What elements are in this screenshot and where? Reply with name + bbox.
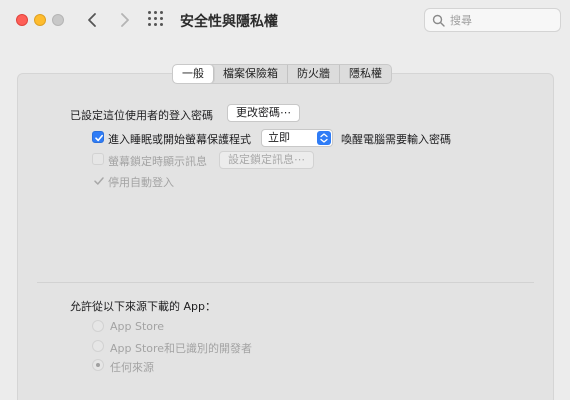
search-field[interactable] <box>424 8 561 32</box>
radio-identified-developers-label: App Store和已識別的開發者 <box>110 342 253 355</box>
title-bar: 安全性與隱私權 <box>0 0 570 40</box>
tab-filevault[interactable]: 檔案保險箱 <box>214 65 288 83</box>
close-window-button[interactable] <box>16 14 28 26</box>
tab-general[interactable]: 一般 <box>173 65 214 83</box>
tab-bar: 一般 檔案保險箱 防火牆 隱私權 <box>172 64 392 84</box>
chevron-right-icon <box>121 13 129 27</box>
tab-firewall[interactable]: 防火牆 <box>288 65 340 83</box>
set-lock-message-button[interactable]: 設定鎖定訊息⋯ <box>219 151 314 169</box>
password-set-label: 已設定這位使用者的登入密碼 <box>70 109 213 122</box>
lock-message-label: 螢幕鎖定時顯示訊息 <box>108 155 207 168</box>
search-input[interactable] <box>450 12 555 28</box>
radio-app-store-label: App Store <box>110 320 165 333</box>
radio-anywhere[interactable] <box>92 359 104 371</box>
change-password-button[interactable]: 更改密碼⋯ <box>227 104 300 122</box>
radio-identified-developers[interactable] <box>92 340 104 352</box>
require-password-checkbox[interactable] <box>92 131 104 143</box>
radio-app-store[interactable] <box>92 320 104 332</box>
forward-button[interactable] <box>113 8 135 32</box>
search-icon <box>432 14 445 27</box>
minimize-window-button[interactable] <box>34 14 46 26</box>
radio-selected-dot <box>96 363 100 367</box>
show-all-button[interactable] <box>148 11 166 29</box>
select-arrows-icon <box>317 131 331 145</box>
auto-login-checkbox[interactable] <box>92 174 104 186</box>
downloads-heading: 允許從以下來源下載的 App： <box>70 300 216 313</box>
require-password-delay-select[interactable]: 立即 <box>261 129 333 147</box>
back-button[interactable] <box>82 8 104 32</box>
require-password-suffix: 喚醒電腦需要輸入密碼 <box>341 133 451 146</box>
section-divider <box>37 282 534 283</box>
tab-privacy[interactable]: 隱私權 <box>340 65 391 83</box>
zoom-window-button[interactable] <box>52 14 64 26</box>
window-title: 安全性與隱私權 <box>180 14 278 30</box>
require-password-delay-value: 立即 <box>268 131 290 144</box>
chevron-left-icon <box>88 13 96 27</box>
grid-icon <box>148 11 151 14</box>
radio-anywhere-label: 任何來源 <box>110 361 154 374</box>
require-password-label: 進入睡眠或開始螢幕保護程式 <box>108 133 251 146</box>
checkmark-icon <box>94 177 104 185</box>
checkmark-icon <box>95 134 103 142</box>
lock-message-checkbox[interactable] <box>92 153 104 165</box>
auto-login-label: 停用自動登入 <box>108 176 174 189</box>
